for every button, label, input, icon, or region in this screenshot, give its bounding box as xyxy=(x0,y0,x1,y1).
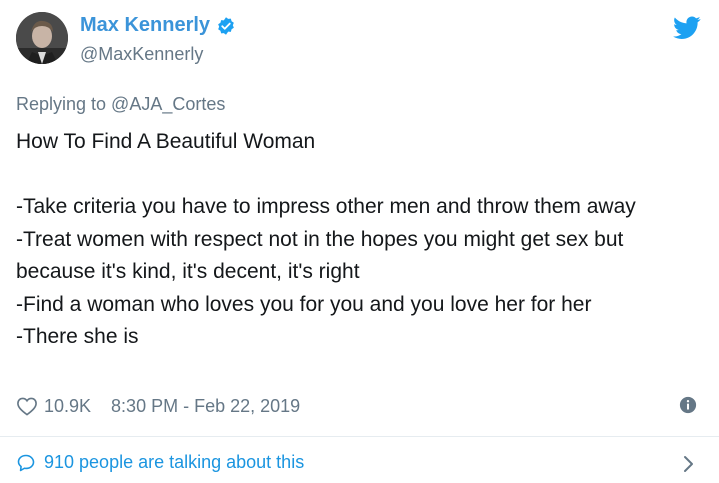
tweet-line: -Take criteria you have to impress other… xyxy=(16,195,636,218)
conversation-label[interactable]: 910 people are talking about this xyxy=(44,452,304,473)
comment-bubble-icon xyxy=(17,454,35,471)
tweet-line: -Treat women with respect not in the hop… xyxy=(16,227,624,284)
author-handle[interactable]: @MaxKennerly xyxy=(80,44,203,65)
info-icon[interactable] xyxy=(679,396,697,414)
tweet-meta: 10.9K 8:30 PM - Feb 22, 2019 xyxy=(16,392,703,420)
heart-icon[interactable] xyxy=(16,396,38,416)
tweet-timestamp[interactable]: 8:30 PM - Feb 22, 2019 xyxy=(111,396,300,417)
tweet-line: How To Find A Beautiful Woman xyxy=(16,130,316,153)
replying-to-label[interactable]: Replying to @AJA_Cortes xyxy=(16,94,225,115)
like-count[interactable]: 10.9K xyxy=(44,396,91,417)
chevron-right-icon[interactable] xyxy=(682,454,696,474)
tweet-line: -Find a woman who loves you for you and … xyxy=(16,292,592,316)
tweet-line: -There she is xyxy=(16,325,139,348)
author-display-name[interactable]: Max Kennerly xyxy=(80,14,210,37)
verified-badge-icon xyxy=(218,16,234,35)
twitter-bird-icon[interactable] xyxy=(673,16,701,40)
tweet-text: How To Find A Beautiful Woman -Take crit… xyxy=(16,126,706,354)
divider xyxy=(0,436,719,437)
avatar[interactable] xyxy=(16,12,68,64)
conversation-link[interactable]: 910 people are talking about this xyxy=(16,452,304,473)
